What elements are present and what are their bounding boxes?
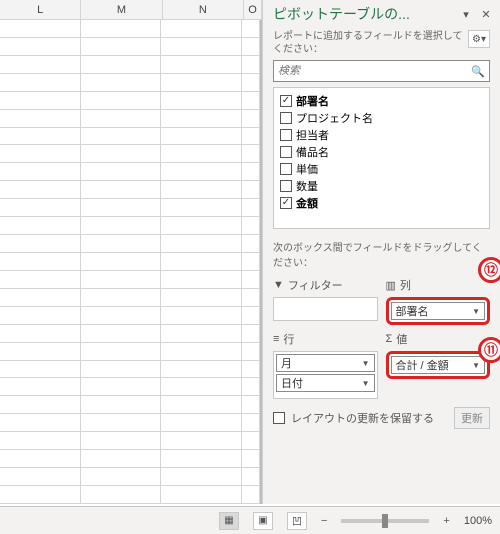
field-item[interactable]: 数量: [278, 177, 489, 194]
chevron-down-icon: ▼: [362, 359, 370, 368]
field-list[interactable]: 部署名プロジェクト名担当者備品名単価数量金額: [273, 87, 490, 229]
columns-dropzone[interactable]: 部署名▼: [386, 297, 491, 325]
defer-checkbox[interactable]: [273, 412, 285, 424]
field-checkbox[interactable]: [280, 197, 292, 209]
chevron-down-icon: ▼: [472, 307, 480, 316]
field-item[interactable]: 部署名: [278, 92, 489, 109]
chevron-down-icon: ▼: [362, 379, 370, 388]
field-label: 金額: [296, 195, 318, 211]
col-O[interactable]: O: [244, 0, 262, 19]
zoom-out-icon[interactable]: −: [321, 515, 327, 527]
filter-dropzone[interactable]: [273, 297, 378, 321]
view-page-icon[interactable]: ▣: [253, 512, 273, 530]
refresh-button[interactable]: 更新: [454, 407, 490, 429]
area-columns: ▥列 部署名▼: [386, 277, 491, 325]
rows-dropzone[interactable]: 月▼ 日付▼: [273, 351, 378, 399]
field-checkbox[interactable]: [280, 95, 292, 107]
pane-title: ピボットテーブルの...: [273, 4, 454, 24]
pivot-fields-pane: ピボットテーブルの... ▾ ✕ レポートに追加するフィールドを選択してください…: [262, 0, 500, 504]
col-L[interactable]: L: [0, 0, 81, 19]
field-label: 数量: [296, 178, 318, 194]
field-checkbox[interactable]: [280, 112, 292, 124]
filter-icon: ▼: [273, 279, 284, 291]
values-icon: Σ: [386, 333, 393, 345]
drag-hint: 次のボックス間でフィールドをドラッグしてください：: [263, 229, 500, 277]
column-chip[interactable]: 部署名▼: [391, 302, 486, 320]
field-hint: レポートに追加するフィールドを選択してください：: [273, 30, 468, 56]
field-label: プロジェクト名: [296, 110, 373, 126]
defer-label: レイアウトの更新を保留する: [291, 410, 448, 426]
field-label: 単価: [296, 161, 318, 177]
view-normal-icon[interactable]: ▦: [219, 512, 239, 530]
view-break-icon[interactable]: 凹: [287, 512, 307, 530]
field-item[interactable]: 担当者: [278, 126, 489, 143]
chevron-down-icon: ▼: [472, 361, 480, 370]
col-N[interactable]: N: [163, 0, 244, 19]
rows-icon: ≡: [273, 333, 279, 345]
callout-12: ⑫: [478, 257, 500, 283]
field-checkbox[interactable]: [280, 180, 292, 192]
row-chip[interactable]: 月▼: [276, 354, 375, 372]
zoom-percent[interactable]: 100%: [464, 515, 492, 527]
field-label: 備品名: [296, 144, 329, 160]
area-filter: ▼フィルター: [273, 277, 378, 325]
search-icon[interactable]: 🔍: [471, 65, 485, 78]
field-item[interactable]: 単価: [278, 160, 489, 177]
field-checkbox[interactable]: [280, 146, 292, 158]
zoom-slider[interactable]: [341, 519, 429, 523]
field-item[interactable]: 金額: [278, 194, 489, 211]
spreadsheet-grid[interactable]: [0, 20, 262, 504]
area-values: Σ値 合計 / 金額▼: [386, 331, 491, 399]
field-label: 担当者: [296, 127, 329, 143]
gear-icon[interactable]: ⚙▾: [468, 30, 490, 48]
zoom-in-icon[interactable]: +: [443, 515, 449, 527]
field-label: 部署名: [296, 93, 329, 109]
field-item[interactable]: プロジェクト名: [278, 109, 489, 126]
column-headers: L M N O: [0, 0, 262, 20]
field-item[interactable]: 備品名: [278, 143, 489, 160]
columns-icon: ▥: [386, 279, 396, 292]
callout-11: ⑪: [478, 337, 500, 363]
values-dropzone[interactable]: 合計 / 金額▼: [386, 351, 491, 379]
pane-menu-icon[interactable]: ▾: [458, 6, 474, 22]
field-checkbox[interactable]: [280, 129, 292, 141]
area-rows: ≡行 月▼ 日付▼: [273, 331, 378, 399]
value-chip[interactable]: 合計 / 金額▼: [391, 356, 486, 374]
field-checkbox[interactable]: [280, 163, 292, 175]
row-chip[interactable]: 日付▼: [276, 374, 375, 392]
col-M[interactable]: M: [81, 0, 162, 19]
status-bar: ▦ ▣ 凹 − + 100%: [0, 506, 500, 534]
search-field[interactable]: [278, 65, 471, 77]
search-input[interactable]: 🔍: [273, 60, 490, 82]
close-icon[interactable]: ✕: [478, 6, 494, 22]
